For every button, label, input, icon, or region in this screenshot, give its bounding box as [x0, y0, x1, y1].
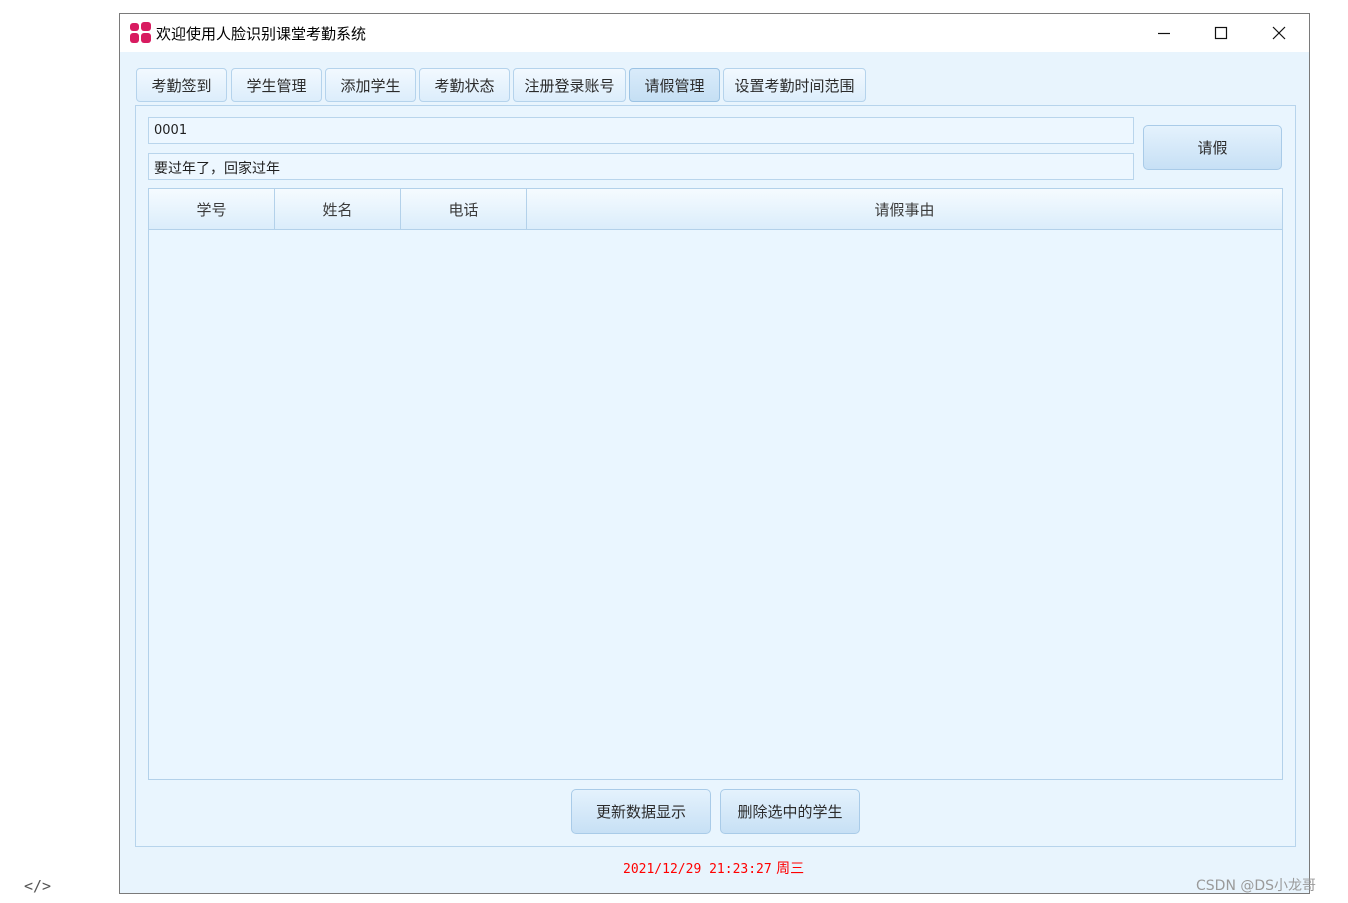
column-header-phone[interactable]: 电话 — [401, 189, 527, 229]
student-id-input[interactable]: 0001 — [148, 117, 1134, 144]
datetime-text: 2021/12/29 21:23:27 — [623, 862, 772, 877]
leave-management-panel: 0001 要过年了，回家过年 请假 学号 姓名 电话 请假事由 更新数据显示 删… — [135, 105, 1296, 847]
tab-student-management[interactable]: 学生管理 — [231, 68, 322, 102]
tab-attendance-checkin[interactable]: 考勤签到 — [136, 68, 227, 102]
app-window: 欢迎使用人脸识别课堂考勤系统 考勤签到 学生管理 添加学生 考勤状态 注册登录账… — [119, 13, 1310, 894]
delete-selected-button[interactable]: 删除选中的学生 — [720, 789, 860, 834]
maximize-icon — [1214, 26, 1228, 40]
title-bar[interactable]: 欢迎使用人脸识别课堂考勤系统 — [120, 14, 1309, 52]
close-button[interactable] — [1251, 14, 1307, 52]
tab-set-attendance-time[interactable]: 设置考勤时间范围 — [723, 68, 866, 102]
leave-button[interactable]: 请假 — [1143, 125, 1282, 170]
window-title: 欢迎使用人脸识别课堂考勤系统 — [156, 25, 367, 43]
refresh-data-button[interactable]: 更新数据显示 — [571, 789, 711, 834]
weekday-text: 周三 — [776, 861, 805, 877]
tab-attendance-status[interactable]: 考勤状态 — [419, 68, 510, 102]
leave-table[interactable]: 学号 姓名 电话 请假事由 — [148, 188, 1283, 780]
tab-register-account[interactable]: 注册登录账号 — [513, 68, 626, 102]
app-logo-icon — [130, 22, 152, 44]
code-view-icon[interactable]: </> — [24, 877, 51, 895]
maximize-button[interactable] — [1193, 14, 1249, 52]
csdn-watermark: CSDN @DS小龙哥 — [1196, 878, 1317, 894]
table-header: 学号 姓名 电话 请假事由 — [149, 189, 1282, 230]
column-header-leave-reason[interactable]: 请假事由 — [527, 189, 1282, 229]
minimize-icon — [1158, 32, 1170, 35]
column-header-student-id[interactable]: 学号 — [149, 189, 275, 229]
leave-reason-input[interactable]: 要过年了，回家过年 — [148, 153, 1134, 180]
close-icon — [1272, 26, 1286, 40]
tab-leave-management[interactable]: 请假管理 — [629, 68, 720, 102]
column-header-name[interactable]: 姓名 — [275, 189, 401, 229]
status-datetime: 2021/12/29 21:23:27 周三 — [623, 858, 804, 878]
minimize-button[interactable] — [1136, 14, 1192, 52]
tab-add-student[interactable]: 添加学生 — [325, 68, 416, 102]
